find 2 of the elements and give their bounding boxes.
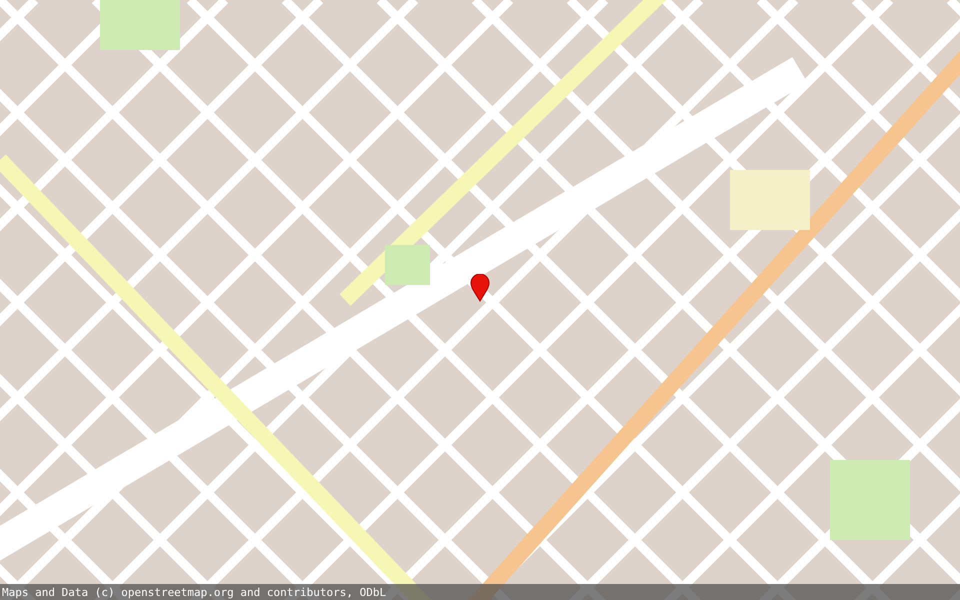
map-pin-icon[interactable] xyxy=(470,274,490,302)
attribution-text: Maps and Data (c) openstreetmap.org and contributors, ODbL xyxy=(1,586,386,598)
